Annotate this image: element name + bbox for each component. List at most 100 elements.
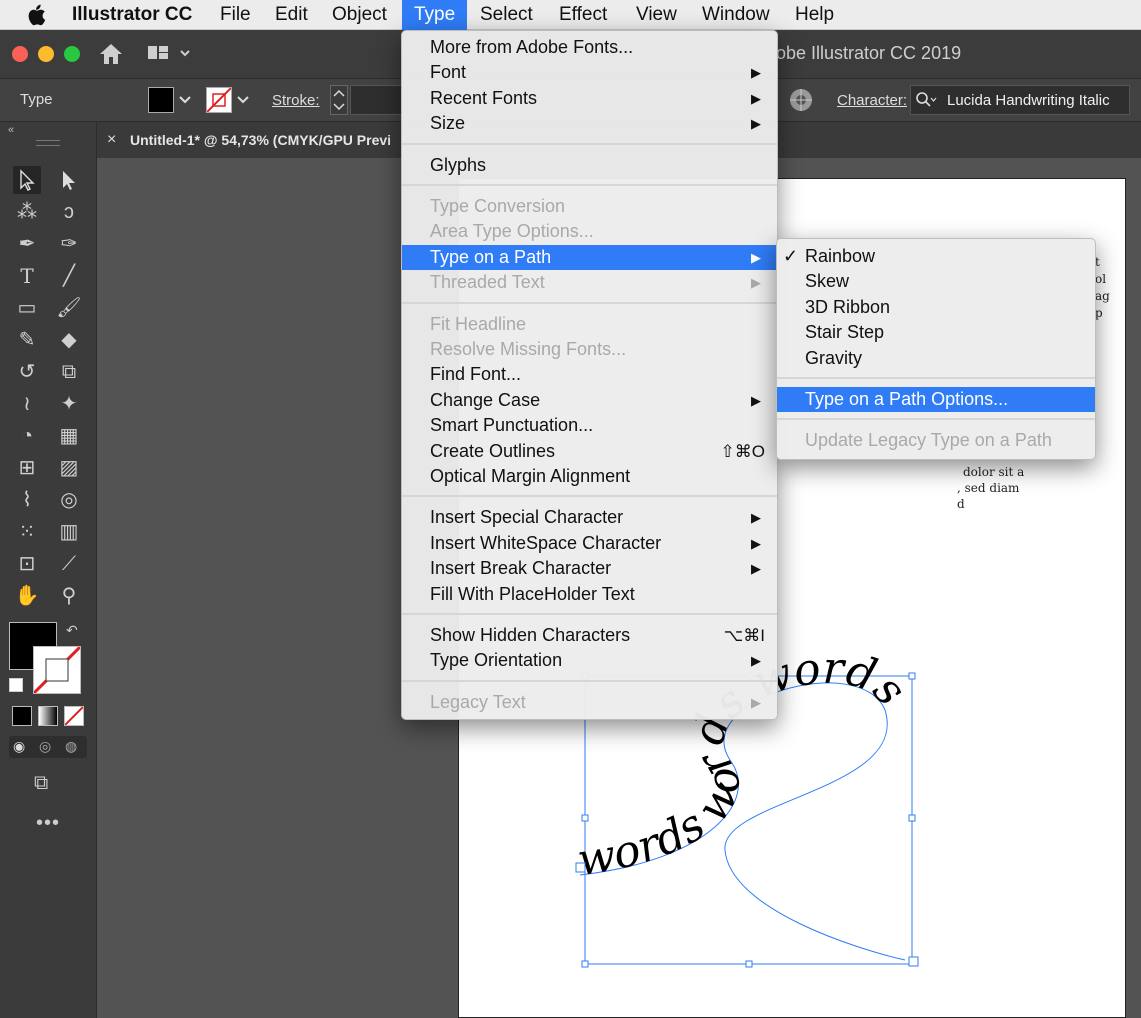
menu-item-size[interactable]: Size ▶ bbox=[402, 111, 777, 136]
menu-item-more-from-adobe-fonts[interactable]: More from Adobe Fonts... bbox=[402, 35, 777, 60]
draw-normal-icon[interactable]: ◉ bbox=[13, 738, 25, 755]
zoom-tool-icon[interactable]: ⚲ bbox=[55, 582, 83, 610]
menu-item-insert-break-character[interactable]: Insert Break Character ▶ bbox=[402, 556, 777, 581]
type-tool-icon[interactable]: T bbox=[13, 262, 41, 290]
width-tool-icon[interactable]: ≀ bbox=[13, 390, 41, 418]
menu-item-label: Insert Break Character bbox=[430, 558, 612, 579]
stroke-label[interactable]: Stroke: bbox=[272, 92, 320, 109]
menu-type[interactable]: Type bbox=[402, 0, 468, 30]
menu-item-shortcut: ⌥⌘I bbox=[723, 626, 765, 645]
lasso-tool-icon[interactable]: ↄ bbox=[55, 198, 83, 226]
stroke-swatch[interactable] bbox=[206, 87, 232, 113]
paintbrush-tool-icon[interactable]: 🖌 bbox=[55, 294, 83, 322]
color-mode-icon[interactable] bbox=[12, 706, 32, 726]
apple-icon[interactable] bbox=[26, 0, 46, 30]
hand-tool-icon[interactable]: ✋ bbox=[13, 582, 41, 610]
column-graph-tool-icon[interactable]: ▥ bbox=[55, 518, 83, 546]
close-window-button[interactable] bbox=[12, 46, 28, 62]
menu-item-3d-ribbon[interactable]: 3D Ribbon bbox=[777, 295, 1095, 320]
menu-item-fill-with-placeholder-text[interactable]: Fill With PlaceHolder Text bbox=[402, 582, 777, 607]
stroke-weight-stepper[interactable] bbox=[330, 85, 348, 120]
menu-item-create-outlines[interactable]: Create Outlines ⇧⌘O bbox=[402, 439, 777, 464]
symbol-sprayer-tool-icon[interactable]: ⁙ bbox=[13, 518, 41, 546]
eraser-tool-icon[interactable]: ◆ bbox=[55, 326, 83, 354]
blend-tool-icon[interactable]: ◎ bbox=[55, 486, 83, 514]
menu-item-gravity[interactable]: Gravity bbox=[777, 346, 1095, 371]
chevron-down-icon[interactable] bbox=[178, 89, 192, 114]
mesh-tool-icon[interactable]: ⊞ bbox=[13, 454, 41, 482]
menu-item-find-font[interactable]: Find Font... bbox=[402, 362, 777, 387]
menu-item-rainbow[interactable]: ✓ Rainbow bbox=[777, 244, 1095, 269]
zoom-window-button[interactable] bbox=[64, 46, 80, 62]
screen-mode-icon[interactable]: ⧉ bbox=[34, 772, 48, 795]
curvature-tool-icon[interactable]: ✑ bbox=[55, 230, 83, 258]
menu-effect[interactable]: Effect bbox=[559, 0, 607, 30]
document-tab-title[interactable]: Untitled-1* @ 54,73% (CMYK/GPU Previ bbox=[130, 132, 391, 148]
perspective-grid-tool-icon[interactable]: ▦ bbox=[55, 422, 83, 450]
direct-selection-tool-icon[interactable] bbox=[55, 166, 83, 194]
shape-builder-tool-icon[interactable]: ◔ bbox=[13, 422, 41, 450]
menu-item-resolve-missing-fonts: Resolve Missing Fonts... bbox=[402, 337, 777, 362]
workspace-switcher-icon[interactable] bbox=[148, 44, 192, 69]
menu-item-change-case[interactable]: Change Case ▶ bbox=[402, 388, 777, 413]
menu-item-label: Update Legacy Type on a Path bbox=[805, 430, 1052, 451]
fill-swatch[interactable] bbox=[148, 87, 174, 113]
rotate-tool-icon[interactable]: ↺ bbox=[13, 358, 41, 386]
submenu-arrow-icon: ▶ bbox=[751, 275, 761, 291]
menu-edit[interactable]: Edit bbox=[275, 0, 308, 30]
rectangle-tool-icon[interactable]: ▭ bbox=[13, 294, 41, 322]
menu-item-recent-fonts[interactable]: Recent Fonts ▶ bbox=[402, 86, 777, 111]
gradient-tool-icon[interactable]: ▨ bbox=[55, 454, 83, 482]
menu-file[interactable]: File bbox=[220, 0, 251, 30]
scale-tool-icon[interactable]: ⧉ bbox=[55, 358, 83, 386]
magic-wand-tool-icon[interactable]: ⁂ bbox=[13, 198, 41, 226]
recolor-artwork-icon[interactable] bbox=[788, 87, 814, 118]
menu-item-stair-step[interactable]: Stair Step bbox=[777, 320, 1095, 345]
artboard-tool-icon[interactable]: ⊡ bbox=[13, 550, 41, 578]
eyedropper-tool-icon[interactable]: ⌇ bbox=[13, 486, 41, 514]
font-family-field[interactable]: Lucida Handwriting Italic bbox=[910, 85, 1130, 115]
menu-select[interactable]: Select bbox=[480, 0, 533, 30]
menu-item-type-on-a-path[interactable]: Type on a Path ▶ bbox=[402, 244, 777, 270]
minimize-window-button[interactable] bbox=[38, 46, 54, 62]
menu-item-font[interactable]: Font ▶ bbox=[402, 60, 777, 85]
panel-grip[interactable] bbox=[36, 140, 60, 146]
slice-tool-icon[interactable]: ⟋ bbox=[55, 550, 83, 578]
menu-item-label: Fit Headline bbox=[430, 313, 527, 334]
menu-item-optical-margin-alignment[interactable]: Optical Margin Alignment bbox=[402, 464, 777, 489]
character-label[interactable]: Character: bbox=[837, 92, 907, 109]
pencil-tool-icon[interactable]: ✎ bbox=[13, 326, 41, 354]
swap-fill-stroke-icon[interactable]: ↶ bbox=[66, 622, 78, 639]
menu-object[interactable]: Object bbox=[332, 0, 387, 30]
draw-behind-icon[interactable]: ◎ bbox=[39, 738, 51, 755]
menu-item-insert-special-character[interactable]: Insert Special Character ▶ bbox=[402, 505, 777, 530]
puppet-warp-tool-icon[interactable]: ✦ bbox=[55, 390, 83, 418]
menu-window[interactable]: Window bbox=[702, 0, 770, 30]
gradient-mode-icon[interactable] bbox=[38, 706, 58, 726]
close-tab-icon[interactable]: × bbox=[107, 131, 116, 149]
draw-inside-icon[interactable]: ◍ bbox=[65, 738, 77, 755]
home-icon[interactable] bbox=[98, 42, 124, 71]
stroke-color-box[interactable] bbox=[33, 646, 81, 694]
menu-item-smart-punctuation[interactable]: Smart Punctuation... bbox=[402, 413, 777, 438]
default-fill-stroke-icon[interactable] bbox=[9, 678, 23, 692]
menu-item-insert-whitespace-character[interactable]: Insert WhiteSpace Character ▶ bbox=[402, 531, 777, 556]
menu-item-skew[interactable]: Skew bbox=[777, 269, 1095, 294]
menu-item-label: Recent Fonts bbox=[430, 87, 538, 108]
more-tools-icon[interactable]: ••• bbox=[36, 812, 60, 835]
menu-item-show-hidden-characters[interactable]: Show Hidden Characters ⌥⌘I bbox=[402, 623, 777, 648]
menu-item-label: Area Type Options... bbox=[430, 221, 594, 242]
menu-item-glyphs[interactable]: Glyphs bbox=[402, 153, 777, 178]
menu-app-name[interactable]: Illustrator CC bbox=[72, 0, 192, 30]
selection-tool-icon[interactable] bbox=[13, 166, 41, 194]
menu-item-type-on-a-path-options[interactable]: Type on a Path Options... bbox=[777, 387, 1095, 412]
chevron-down-icon[interactable] bbox=[236, 89, 250, 114]
menu-item-type-orientation[interactable]: Type Orientation ▶ bbox=[402, 648, 777, 673]
menu-help[interactable]: Help bbox=[795, 0, 834, 30]
none-mode-icon[interactable] bbox=[64, 706, 84, 726]
collapse-panel-icon[interactable]: « bbox=[8, 124, 14, 136]
menu-view[interactable]: View bbox=[636, 0, 677, 30]
pen-tool-icon[interactable]: ✒ bbox=[13, 230, 41, 258]
line-tool-icon[interactable]: ╱ bbox=[55, 262, 83, 290]
stroke-weight-field[interactable] bbox=[350, 85, 402, 115]
